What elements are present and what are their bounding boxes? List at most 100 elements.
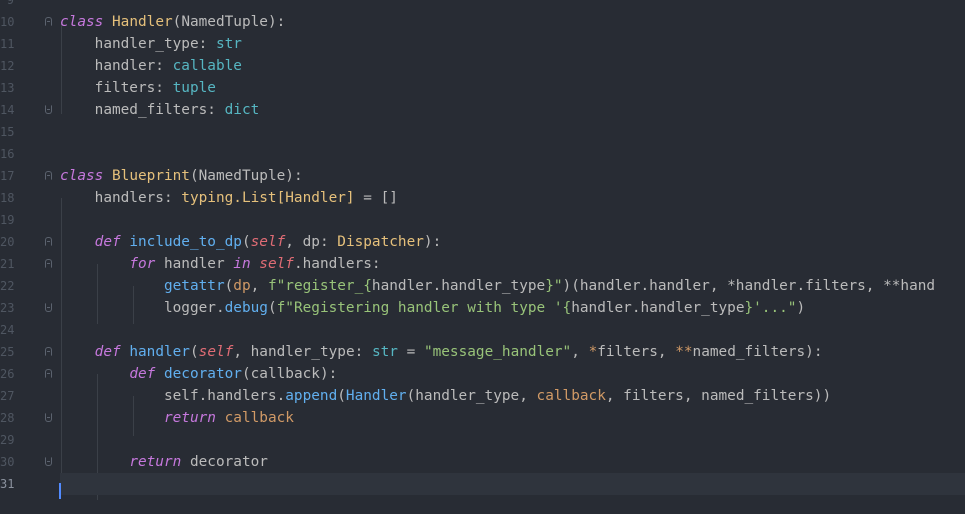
code-text: ): <box>423 234 442 250</box>
code-line-24: 24 <box>0 319 965 341</box>
keyword-in: in <box>233 256 251 272</box>
keyword-class: class <box>60 168 104 184</box>
type-annotation: Dispatcher <box>337 234 424 250</box>
code-line-23: 23 logger.debug(f"Registering handler wi… <box>0 297 965 319</box>
builtin-type: str <box>371 344 398 360</box>
code-text: (handler_type, <box>406 388 537 404</box>
code-text: (callback): <box>241 366 338 382</box>
code-text: , <box>571 344 589 360</box>
line-number: 20 <box>0 235 15 249</box>
code-text: ) <box>796 300 806 316</box>
parameter-ref: callback <box>224 410 294 426</box>
code-text: ( <box>189 344 199 360</box>
string-literal: }" <box>545 278 563 294</box>
line-number: 28 <box>0 411 15 425</box>
builtin-type: tuple <box>172 80 216 96</box>
method-name: debug <box>224 300 268 316</box>
line-number: 9 <box>6 0 14 7</box>
line-number: 19 <box>0 213 15 227</box>
code-line-9: 9 <box>7 0 965 11</box>
code-line-27: 27 self.handlers.append(Handler(handler_… <box>0 385 965 407</box>
function-name: decorator <box>163 366 242 382</box>
fold-icon[interactable] <box>45 413 52 422</box>
code-line-25: 25 def handler(self, handler_type: str =… <box>0 341 965 363</box>
fold-icon[interactable] <box>45 237 52 246</box>
code-text: named_filters: <box>60 102 225 118</box>
code-text: handler_type: <box>60 36 216 52</box>
line-number: 29 <box>0 433 15 447</box>
line-number: 31 <box>0 477 15 491</box>
code-line-29: 29 <box>0 429 965 451</box>
code-text: , dp: <box>285 234 338 250</box>
builtin-function: getattr <box>163 278 225 294</box>
builtin-type: callable <box>172 58 242 74</box>
fold-icon[interactable] <box>45 259 52 268</box>
code-text: decorator <box>181 454 268 470</box>
class-call: Handler <box>345 388 407 404</box>
code-text: (NamedTuple): <box>189 168 303 184</box>
line-number: 12 <box>0 59 15 73</box>
parameter-ref: callback <box>536 388 606 404</box>
code-text: named_filters): <box>692 344 823 360</box>
text-cursor <box>59 483 61 499</box>
code-line-19: 19 <box>0 209 965 231</box>
line-number: 30 <box>0 455 15 469</box>
line-number: 24 <box>0 323 15 337</box>
operator: ** <box>675 344 693 360</box>
fold-icon[interactable] <box>45 303 52 312</box>
builtin-type: dict <box>224 102 260 118</box>
code-line-31[interactable]: 31 <box>0 473 965 495</box>
string-literal: f"Registering handler with type '{ <box>276 300 572 316</box>
code-line-15: 15 <box>0 121 965 143</box>
line-number: 22 <box>0 279 15 293</box>
code-line-17: 17 class Blueprint(NamedTuple): <box>0 165 965 187</box>
fold-icon[interactable] <box>45 171 52 180</box>
fold-icon[interactable] <box>45 347 52 356</box>
keyword-def: def <box>94 234 121 250</box>
line-number: 16 <box>0 147 15 161</box>
fold-icon[interactable] <box>45 17 52 26</box>
parameter-ref: dp <box>233 278 251 294</box>
class-name: Blueprint <box>112 168 190 184</box>
code-text: handler <box>155 256 234 272</box>
code-text: ( <box>241 234 251 250</box>
code-text: = [] <box>354 190 398 206</box>
line-number: 18 <box>0 191 15 205</box>
code-editor[interactable]: 9 10 class Handler(NamedTuple): 11 handle… <box>0 0 965 514</box>
fold-icon[interactable] <box>45 369 52 378</box>
code-text: filters: <box>60 80 173 96</box>
code-line-22: 22 getattr(dp, f"register_{handler.handl… <box>0 275 965 297</box>
line-number: 25 <box>0 345 15 359</box>
code-text: handler.handler_type <box>371 278 546 294</box>
function-name: handler <box>129 344 190 360</box>
builtin-type: str <box>215 36 242 52</box>
string-literal: }'..." <box>744 300 797 316</box>
line-number: 17 <box>0 169 15 183</box>
code-text: , filters, named_filters)) <box>605 388 832 404</box>
line-number: 11 <box>0 37 15 51</box>
line-number: 14 <box>0 103 15 117</box>
code-text: )(handler.handler, *handler.filters, **h… <box>562 278 936 294</box>
code-line-21: 21 for handler in self.handlers: <box>0 253 965 275</box>
code-area[interactable]: 9 10 class Handler(NamedTuple): 11 handle… <box>0 0 965 495</box>
code-text: ( <box>337 388 346 404</box>
line-number: 13 <box>0 81 15 95</box>
code-line-11: 11 handler_type: str <box>0 33 965 55</box>
fold-icon[interactable] <box>45 105 52 114</box>
code-text: self.handlers. <box>60 388 286 404</box>
fold-icon[interactable] <box>45 457 52 466</box>
code-text: handler.handler_type <box>571 300 745 316</box>
keyword-for: for <box>129 256 156 272</box>
method-name: append <box>285 388 338 404</box>
code-text: = <box>397 344 424 360</box>
keyword-def: def <box>129 366 156 382</box>
keyword-return: return <box>163 410 216 426</box>
class-name: Handler <box>112 14 173 30</box>
code-line-20: 20 def include_to_dp(self, dp: Dispatche… <box>0 231 965 253</box>
